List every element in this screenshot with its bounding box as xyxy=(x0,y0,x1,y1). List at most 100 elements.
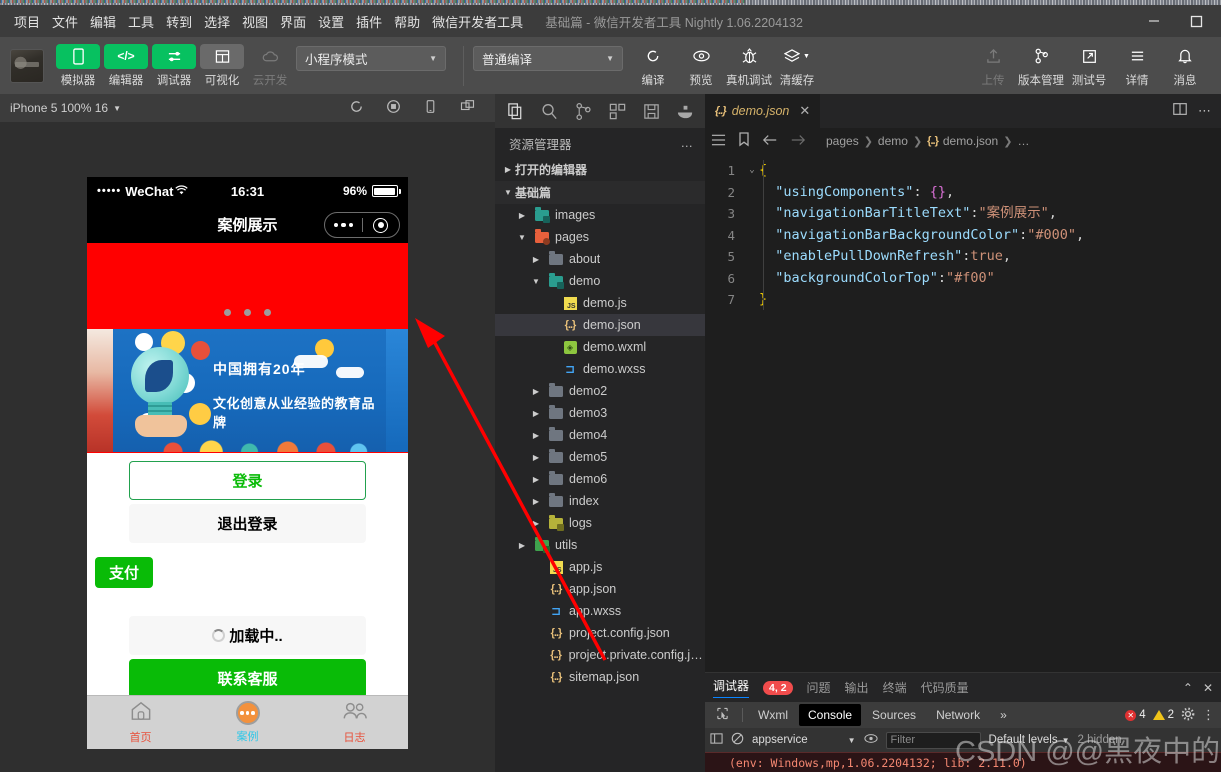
menu-item-7[interactable]: 界面 xyxy=(274,9,312,34)
editor-tab-demo-json[interactable]: {..} demo.json ✕ xyxy=(705,94,822,128)
panel-tab-3[interactable]: 终端 xyxy=(883,679,907,696)
devtools-overflow-icon[interactable]: » xyxy=(991,704,1016,726)
tree-file-app-json[interactable]: {..} app.json xyxy=(495,578,705,600)
devtools-tab-network[interactable]: Network xyxy=(927,704,989,726)
toolbar-button-git-branch[interactable]: 版本管理 xyxy=(1018,44,1064,88)
more-icon[interactable]: … xyxy=(681,136,696,150)
toolbar-button-refresh[interactable]: 编译 xyxy=(631,44,675,88)
multi-window-icon[interactable] xyxy=(460,99,475,117)
tree-folder-images[interactable]: ▶ images xyxy=(495,204,705,226)
forward-arrow-icon[interactable] xyxy=(790,133,806,150)
bookmark-icon[interactable] xyxy=(738,132,750,150)
mode-select[interactable]: 小程序模式 ▼ xyxy=(296,46,446,71)
panel-tab-0[interactable]: 调试器 xyxy=(713,677,750,698)
inspect-icon[interactable] xyxy=(709,707,736,723)
tree-folder-demo2[interactable]: ▶ demo2 xyxy=(495,380,705,402)
menu-item-4[interactable]: 转到 xyxy=(160,9,198,34)
outline-icon[interactable] xyxy=(711,133,726,150)
contact-service-button[interactable]: 联系客服 xyxy=(129,659,366,695)
save-icon[interactable] xyxy=(637,97,665,125)
toolbar-button-cloud[interactable]: 云开发 xyxy=(248,44,292,88)
filter-input[interactable]: Filter xyxy=(885,731,981,749)
devtools-tab-console[interactable]: Console xyxy=(799,704,862,726)
log-level-select[interactable]: Default levels ▼ xyxy=(989,734,1070,746)
devtools-tab-sources[interactable]: Sources xyxy=(863,704,925,726)
sidebar-icon[interactable] xyxy=(710,732,723,748)
toolbar-button-layout[interactable]: 可视化 xyxy=(200,43,244,88)
more-icon[interactable]: ⋯ xyxy=(1198,103,1213,119)
loading-button[interactable]: 加载中.. xyxy=(129,616,366,655)
tree-folder-utils[interactable]: ▶ utils xyxy=(495,534,705,556)
tree-file-demo-wxss[interactable]: ⊐ demo.wxss xyxy=(495,358,705,380)
tree-file-project-private-config-js-[interactable]: {..} project.private.config.js… xyxy=(495,644,705,666)
tree-folder-index[interactable]: ▶ index xyxy=(495,490,705,512)
search-icon[interactable] xyxy=(535,97,563,125)
source-control-icon[interactable] xyxy=(569,97,597,125)
eye-icon[interactable] xyxy=(863,733,878,747)
toolbar-button-code[interactable]: </> 编辑器 xyxy=(104,43,148,88)
warning-count[interactable]: 2 xyxy=(1152,709,1174,721)
tree-file-app-js[interactable]: JS app.js xyxy=(495,556,705,578)
tab-logs[interactable]: 日志 xyxy=(301,701,408,745)
toolbar-button-phone[interactable]: 模拟器 xyxy=(56,43,100,88)
tab-case[interactable]: 案例 xyxy=(194,701,301,744)
compile-select[interactable]: 普通编译 ▼ xyxy=(473,46,623,71)
toolbar-button-debug[interactable]: 调试器 xyxy=(152,43,196,88)
capsule-button[interactable] xyxy=(324,212,400,238)
toolbar-button-bug[interactable]: 真机调试 xyxy=(726,44,772,88)
breadcrumb-segment[interactable]: … xyxy=(1017,134,1029,148)
tree-folder-demo3[interactable]: ▶ demo3 xyxy=(495,402,705,424)
menu-item-1[interactable]: 文件 xyxy=(46,9,84,34)
toolbar-button-external-link[interactable]: 测试号 xyxy=(1067,44,1111,88)
menu-item-9[interactable]: 插件 xyxy=(350,9,388,34)
panel-tab-1[interactable]: 问题 xyxy=(807,679,831,696)
close-icon[interactable]: ✕ xyxy=(1203,681,1213,695)
error-count[interactable]: ✕ 4 xyxy=(1125,709,1146,721)
tree-folder-demo5[interactable]: ▶ demo5 xyxy=(495,446,705,468)
code-editor-content[interactable]: 1⌄{2 "usingComponents": {},3 "navigation… xyxy=(705,154,1221,311)
panel-tab-2[interactable]: 输出 xyxy=(845,679,869,696)
panel-tab-4[interactable]: 代码质量 xyxy=(921,679,969,696)
clear-console-icon[interactable] xyxy=(731,732,744,748)
rotate-icon[interactable] xyxy=(349,99,364,117)
breadcrumb-segment[interactable]: pages xyxy=(826,134,859,148)
devtools-tab-wxml[interactable]: Wxml xyxy=(749,704,797,726)
explorer-section-0[interactable]: ▶ 打开的编辑器 xyxy=(495,158,705,181)
extensions-icon[interactable] xyxy=(603,97,631,125)
toolbar-button-layers[interactable]: ▼ 清缓存 xyxy=(775,44,819,88)
tree-file-demo-wxml[interactable]: ◈ demo.wxml xyxy=(495,336,705,358)
menu-item-2[interactable]: 编辑 xyxy=(84,9,122,34)
tree-file-app-wxss[interactable]: ⊐ app.wxss xyxy=(495,600,705,622)
menu-item-8[interactable]: 设置 xyxy=(312,9,350,34)
toolbar-button-bell[interactable]: 消息 xyxy=(1163,44,1207,88)
files-icon[interactable] xyxy=(501,97,529,125)
close-target-icon[interactable] xyxy=(363,217,400,233)
logout-button[interactable]: 退出登录 xyxy=(129,504,366,543)
tree-file-demo-json[interactable]: {..} demo.json xyxy=(495,314,705,336)
breadcrumb-segment[interactable]: demo.json xyxy=(943,134,998,148)
toolbar-button-menu[interactable]: 详情 xyxy=(1115,44,1159,88)
toolbar-button-eye[interactable]: 预览 xyxy=(679,44,723,88)
tree-file-sitemap-json[interactable]: {..} sitemap.json xyxy=(495,666,705,688)
menu-item-11[interactable]: 微信开发者工具 xyxy=(426,9,529,34)
breadcrumb-segment[interactable]: demo xyxy=(878,134,908,148)
chevron-up-icon[interactable]: ⌃ xyxy=(1183,681,1193,695)
split-editor-icon[interactable] xyxy=(1172,101,1188,122)
tree-file-project-config-json[interactable]: {..} project.config.json xyxy=(495,622,705,644)
tree-folder-demo4[interactable]: ▶ demo4 xyxy=(495,424,705,446)
tree-folder-pages[interactable]: ▼ pages xyxy=(495,226,705,248)
tree-folder-about[interactable]: ▶ about xyxy=(495,248,705,270)
tree-file-demo-js[interactable]: JS demo.js xyxy=(495,292,705,314)
menu-item-0[interactable]: 项目 xyxy=(8,9,46,34)
minimize-button[interactable] xyxy=(1133,6,1175,36)
menu-item-6[interactable]: 视图 xyxy=(236,9,274,34)
toolbar-button-upload[interactable]: 上传 xyxy=(971,44,1015,88)
context-select[interactable]: appservice ▼ xyxy=(752,734,856,746)
record-icon[interactable] xyxy=(386,99,401,117)
tree-folder-demo6[interactable]: ▶ demo6 xyxy=(495,468,705,490)
back-arrow-icon[interactable] xyxy=(762,133,778,150)
swiper-indicator-dots[interactable] xyxy=(87,309,408,316)
banner-carousel[interactable]: 中国拥有20年 文化创意从业经验的教育品牌 xyxy=(87,328,408,453)
explorer-section-1[interactable]: ▼ 基础篇 xyxy=(495,181,705,204)
menu-item-3[interactable]: 工具 xyxy=(122,9,160,34)
